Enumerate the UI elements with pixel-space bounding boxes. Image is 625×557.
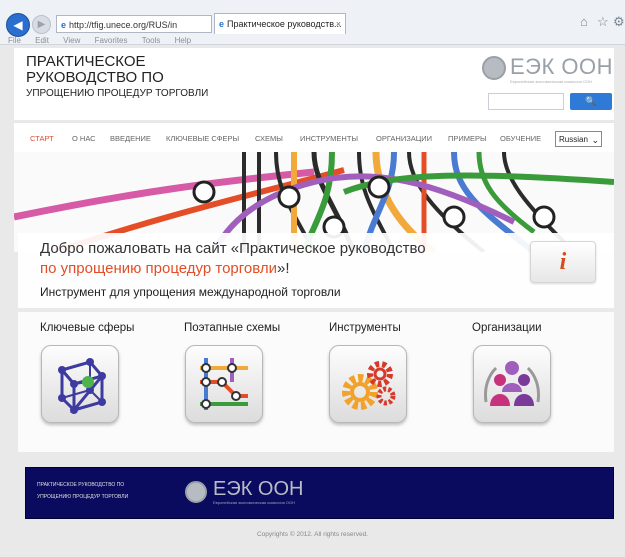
cube-network-icon[interactable] [41,345,119,423]
welcome-subtitle: Инструмент для упрощения международной т… [40,285,341,299]
gear-icon[interactable]: ⚙ [613,14,625,30]
nav-tools[interactable]: ИНСТРУМЕНТЫ [300,134,358,143]
feature-label-tools[interactable]: Инструменты [329,322,401,334]
forward-arrow-icon[interactable]: ▶ [32,15,51,34]
cube-network-graphic [58,358,106,414]
nav-organizations[interactable]: ОРГАНИЗАЦИИ [376,134,432,143]
info-button[interactable]: i [530,241,596,283]
close-tab-icon[interactable]: × [336,14,341,34]
site-title-line1[interactable]: ПРАКТИЧЕСКОЕ [26,54,146,70]
feature-label-schemes[interactable]: Поэтапные схемы [184,322,280,334]
footer-text-line2: УПРОЩЕНИЮ ПРОЦЕДУР ТОРГОВЛИ [37,494,129,500]
copyright-text: Copyrights © 2012. All rights reserved. [256,531,368,538]
feature-label-organizations[interactable]: Организации [472,322,542,334]
nav-intro[interactable]: ВВЕДЕНИЕ [110,134,151,143]
home-icon[interactable]: ⌂ [580,14,588,29]
footer-logo-text: ЕЭК ООН [213,478,304,500]
back-arrow-icon[interactable]: ◀ [6,13,30,37]
nav-start[interactable]: СТАРТ [30,134,54,143]
gears-icon[interactable] [329,345,407,423]
footer-logo-subtext: Европейская экономическая комиссия ООН [213,500,295,505]
menu-edit[interactable]: Edit [35,36,49,45]
search-button[interactable]: 🔍 [570,93,612,110]
flow-map-icon[interactable] [185,345,263,423]
welcome-heading-line2: по упрощению процедур торговли»! [40,260,290,277]
address-text: http://tfig.unece.org/RUS/in [69,20,178,30]
un-emblem-icon [482,56,506,80]
gears-graphic [342,361,396,410]
address-bar[interactable]: e http://tfig.unece.org/RUS/in [56,15,212,33]
site-title-line2[interactable]: РУКОВОДСТВО ПО [26,70,164,86]
welcome-highlight: по упрощению процедур торговли [40,260,277,277]
logo-subtext: Европейская экономическая комиссия ООН [510,79,592,84]
tab-title: Практическое руководств... [227,19,342,29]
welcome-heading-end: »! [277,260,290,277]
menu-help[interactable]: Help [175,36,191,45]
footer-unece-logo[interactable]: ЕЭК ООН Европейская экономическая комисс… [183,476,323,508]
nav-key-areas[interactable]: КЛЮЧЕВЫЕ СФЕРЫ [166,134,239,143]
menu-favorites[interactable]: Favorites [95,36,128,45]
chevron-down-icon: ⌄ [591,135,599,145]
language-value: Russian [559,135,588,144]
people-group-graphic [484,361,540,406]
nav-about[interactable]: О НАС [72,134,96,143]
menu-bar: File Edit View Favorites Tools Help [0,36,625,46]
browser-tab[interactable]: e Практическое руководств... × [214,13,346,34]
un-emblem-icon [185,481,207,503]
logo-text: ЕЭК ООН [510,54,614,79]
footer-text-line1: ПРАКТИЧЕСКОЕ РУКОВОДСТВО ПО [37,482,125,488]
search-input[interactable] [488,93,564,110]
nav-examples[interactable]: ПРИМЕРЫ [448,134,487,143]
menu-view[interactable]: View [63,36,80,45]
feature-label-key-areas[interactable]: Ключевые сферы [40,322,134,334]
site-title-line3[interactable]: УПРОЩЕНИЮ ПРОЦЕДУР ТОРГОВЛИ [26,88,208,100]
language-select[interactable]: Russian ⌄ [555,131,602,147]
welcome-heading-line1: Добро пожаловать на сайт «Практическое р… [40,240,426,257]
nav-training[interactable]: ОБУЧЕНИЕ [500,134,541,143]
unece-logo[interactable]: ЕЭК ООН Европейская экономическая комисс… [480,54,620,86]
menu-file[interactable]: File [8,36,21,45]
flow-map-graphic [200,358,248,410]
star-icon[interactable]: ☆ [597,14,609,30]
ie-icon: e [61,20,67,30]
ie-icon: e [219,19,225,29]
menu-tools[interactable]: Tools [142,36,161,45]
nav-schemes[interactable]: СХЕМЫ [255,134,283,143]
people-group-icon[interactable] [473,345,551,423]
